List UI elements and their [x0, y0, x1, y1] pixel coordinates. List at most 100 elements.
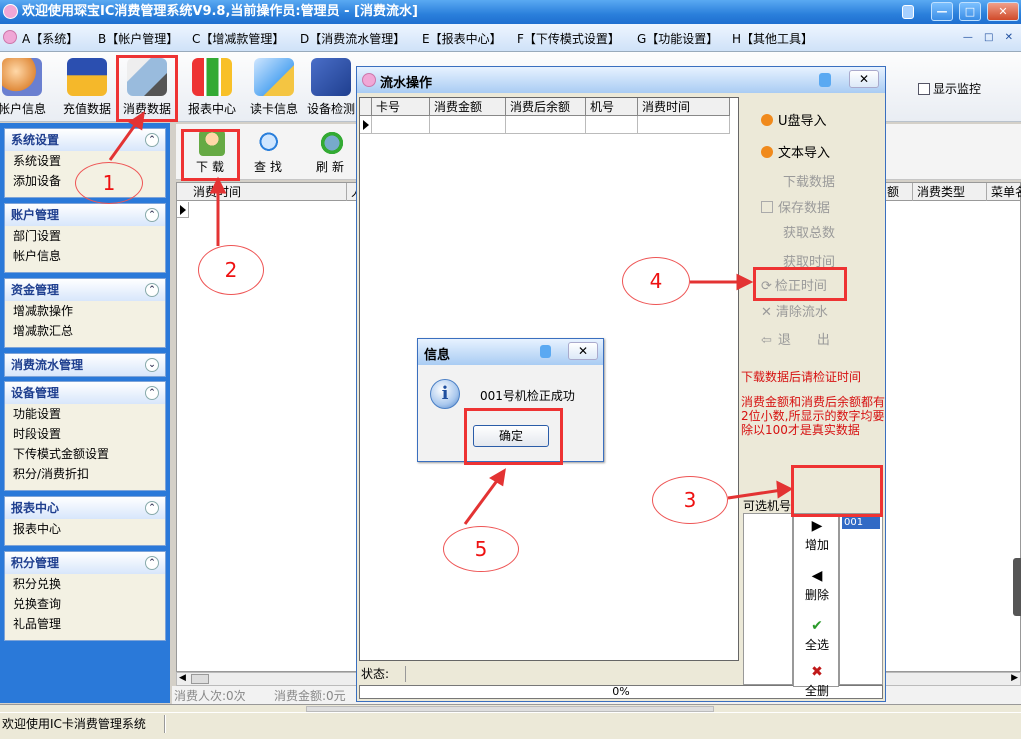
sidebar-panel-header[interactable]: 资金管理 ⌃ [5, 279, 165, 301]
clear-flow-button[interactable]: ✕ 清除流水 [761, 302, 871, 324]
flow-header-balance[interactable]: 消费后余额 [506, 98, 586, 116]
sidebar-item[interactable]: 增减款汇总 [5, 321, 165, 341]
sidebar-item[interactable]: 增减款操作 [5, 301, 165, 321]
sidebar-item[interactable]: 报表中心 [5, 519, 165, 539]
selected-machine-list[interactable]: 001 [839, 513, 883, 685]
delete-all-button[interactable]: ✖ 全删 [794, 664, 840, 699]
annotation-highlight-ok [464, 408, 563, 465]
pin-icon[interactable] [540, 345, 551, 358]
sidebar-panel-header[interactable]: 设备管理 ⌃ [5, 382, 165, 404]
text-import-button[interactable]: 文本导入 [761, 143, 871, 165]
panel-padding [5, 539, 165, 545]
scroll-right-icon[interactable]: ▶ [1011, 673, 1018, 683]
menu-flow[interactable]: D【消费流水管理】 [300, 30, 405, 47]
close-button[interactable]: ✕ [987, 2, 1019, 21]
grid-header-consume-type[interactable]: 消费类型 [913, 183, 987, 201]
grid-header-consume-time[interactable]: 消费时间 [189, 183, 347, 201]
scroll-left-icon[interactable]: ◀ [179, 673, 186, 683]
table-cell[interactable] [506, 116, 586, 134]
save-data-button[interactable]: 保存数据 [761, 198, 871, 220]
scrollbar-thumb[interactable] [191, 674, 209, 684]
sidebar-panel-header[interactable]: 报表中心 ⌃ [5, 497, 165, 519]
toolbar-report-center[interactable]: 报表中心 [182, 56, 242, 120]
select-all-button[interactable]: ✔ 全选 [794, 618, 840, 653]
flow-dialog-title: 流水操作 [380, 76, 433, 91]
sidebar-item[interactable]: 功能设置 [5, 404, 165, 424]
info-dialog-close-button[interactable]: ✕ [568, 342, 598, 360]
grid-header-menu-name[interactable]: 菜单名 [987, 183, 1021, 201]
sidebar-panel-points-management: 积分管理 ⌃ 积分兑换 兑换查询 礼品管理 [4, 551, 166, 641]
collapse-icon[interactable]: ⌃ [145, 556, 159, 570]
row-indicator [360, 116, 372, 134]
machine-selector: 可选机号 ▶ 增加 ◀ 删除 ✔ 全选 ✖ 全删 001 [741, 497, 885, 698]
expand-icon[interactable]: ⌄ [145, 358, 159, 372]
menu-adjust[interactable]: C【增减款管理】 [192, 30, 284, 47]
collapse-icon[interactable]: ⌃ [145, 133, 159, 147]
sidebar-panel-header[interactable]: 积分管理 ⌃ [5, 552, 165, 574]
machine-button-column: ▶ 增加 ◀ 删除 ✔ 全选 ✖ 全删 [793, 513, 840, 698]
download-data-button[interactable]: 下载数据 [783, 172, 893, 194]
menu-tools[interactable]: H【其他工具】 [732, 30, 813, 47]
minimize-button[interactable]: — [931, 2, 953, 21]
sidebar-panel-header[interactable]: 账户管理 ⌃ [5, 204, 165, 226]
list-item[interactable]: 001 [842, 516, 880, 529]
menu-download-mode[interactable]: F【下传模式设置】 [517, 30, 620, 47]
available-machine-list[interactable] [743, 513, 793, 685]
sidebar-item[interactable]: 部门设置 [5, 226, 165, 246]
cross-icon: ✖ [811, 664, 823, 680]
table-cell[interactable] [586, 116, 638, 134]
remove-machine-button[interactable]: ◀ 删除 [794, 568, 840, 603]
usb-import-button[interactable]: U盘导入 [761, 111, 871, 133]
show-monitor-checkbox[interactable]: 显示监控 [918, 80, 981, 97]
table-cell[interactable] [372, 116, 430, 134]
table-cell[interactable] [638, 116, 730, 134]
toolbar-device-check[interactable]: 设备检测 [306, 56, 356, 120]
mdi-controls[interactable]: — □ ✕ [963, 32, 1017, 43]
menu-account[interactable]: B【帐户管理】 [98, 30, 178, 47]
menu-report[interactable]: E【报表中心】 [422, 30, 502, 47]
sidebar-item[interactable]: 帐户信息 [5, 246, 165, 266]
toolbar-account-info[interactable]: 帐户信息 [0, 56, 52, 120]
flow-header-amount[interactable]: 消费金额 [430, 98, 506, 116]
exit-button[interactable]: ⇦ 退 出 [761, 330, 871, 352]
collapse-icon[interactable]: ⌃ [145, 386, 159, 400]
maximize-button[interactable]: □ [959, 2, 981, 21]
menu-system[interactable]: A【系统】 [22, 30, 78, 47]
table-row[interactable] [360, 116, 730, 134]
annotation-step-2: 2 [198, 245, 264, 295]
sidebar-item[interactable]: 时段设置 [5, 424, 165, 444]
flow-header-machine-no[interactable]: 机号 [586, 98, 638, 116]
device-icon [311, 58, 351, 96]
flow-header-time[interactable]: 消费时间 [638, 98, 730, 116]
toolbar-read-card[interactable]: 读卡信息 [244, 56, 304, 120]
pin-icon[interactable] [902, 5, 914, 19]
sidebar-item[interactable]: 积分兑换 [5, 574, 165, 594]
cash-register-icon [67, 58, 107, 96]
sidebar-panel-header[interactable]: 系统设置 ⌃ [5, 129, 165, 151]
sidebar-panel-title: 积分管理 [11, 556, 60, 570]
app-status-bar: 欢迎使用IC卡消费管理系统 [0, 712, 1021, 734]
collapse-icon[interactable]: ⌃ [145, 283, 159, 297]
menu-function[interactable]: G【功能设置】 [637, 30, 718, 47]
right-edge-handle[interactable] [1013, 558, 1021, 616]
collapse-icon[interactable]: ⌃ [145, 501, 159, 515]
toolbar-recharge-data[interactable]: 充值数据 [57, 56, 117, 120]
refresh-button[interactable]: 刷新 [304, 128, 360, 176]
sidebar-panel-header[interactable]: 消费流水管理 ⌄ [5, 354, 165, 376]
flow-dialog-close-button[interactable]: ✕ [849, 70, 879, 88]
sidebar-item[interactable]: 礼品管理 [5, 614, 165, 634]
add-machine-button[interactable]: ▶ 增加 [794, 518, 840, 553]
table-cell[interactable] [430, 116, 506, 134]
globe-refresh-icon [319, 130, 345, 156]
sidebar-item[interactable]: 积分/消费折扣 [5, 464, 165, 484]
sidebar-item[interactable]: 下传模式金额设置 [5, 444, 165, 464]
verify-time-note: 下载数据后请检证时间 [741, 370, 862, 384]
find-button[interactable]: 查找 [242, 128, 298, 176]
flow-header-card-no[interactable]: 卡号 [372, 98, 430, 116]
pin-icon[interactable] [819, 73, 831, 87]
get-total-button[interactable]: 获取总数 [783, 223, 893, 245]
flow-status-label: 状态: [361, 667, 390, 681]
sidebar-item[interactable]: 兑换查询 [5, 594, 165, 614]
collapse-icon[interactable]: ⌃ [145, 208, 159, 222]
info-dialog-titlebar: 信息 ✕ [418, 339, 603, 365]
